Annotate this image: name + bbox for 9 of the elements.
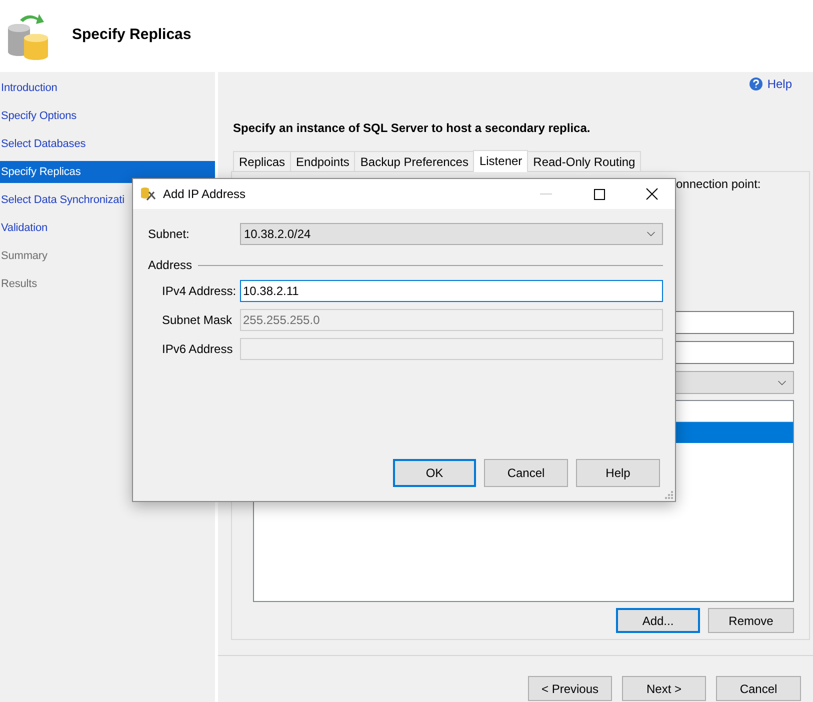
connection-label: onnection point: bbox=[676, 177, 762, 192]
subnet-label: Subnet: bbox=[148, 227, 190, 241]
group-label: Address bbox=[148, 258, 192, 272]
instruction-text: Specify an instance of SQL Server to host a secondary replica. bbox=[232, 121, 592, 135]
field-label: IPv4 Address: bbox=[162, 284, 238, 298]
field-label: IPv6 Address bbox=[162, 342, 234, 356]
page-title: Specify Replicas bbox=[72, 26, 192, 42]
dialog-title: Add IP Address bbox=[163, 187, 246, 201]
field-label: Subnet Mask bbox=[162, 313, 234, 327]
